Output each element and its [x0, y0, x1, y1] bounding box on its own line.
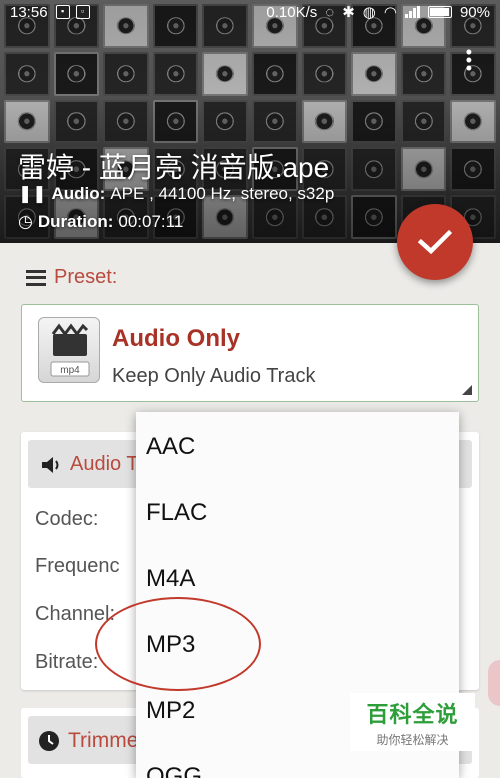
channel-label: Channel: [35, 603, 116, 625]
sync-icon: ◌ [325, 3, 335, 21]
battery-icon [427, 6, 452, 18]
mute-icon: ◍ [362, 4, 376, 21]
codec-option-m4a[interactable]: M4A [136, 546, 459, 612]
bitrate-label: Bitrate: [35, 651, 99, 673]
clock-icon: ◷ [18, 212, 33, 231]
trim-section-title: Trimme [68, 729, 139, 752]
audio-info-label: Audio: [51, 184, 106, 203]
bluetooth-icon: ✱ [342, 4, 355, 21]
clock-icon [39, 731, 59, 751]
codec-option-mp3[interactable]: MP3 [136, 612, 459, 678]
audio-info: ❚❚ Audio: APE , 44100 Hz, stereo, s32p [18, 184, 334, 204]
audio-info-value: APE , 44100 Hz, stereo, s32p [110, 184, 335, 203]
preset-heading: Preset: [26, 266, 117, 289]
duration-info: ◷ Duration: 00:07:11 [18, 212, 183, 232]
watermark-subtitle: 助你轻松解决 [376, 732, 449, 747]
video-file-icon: mp4 [38, 317, 100, 383]
duration-value: 00:07:11 [118, 212, 184, 231]
battery-level: 90% [459, 3, 490, 21]
watermark-logo: 百科全说 助你轻松解决 [350, 693, 475, 751]
file-title: 雷婷 - 蓝月亮 消音版.ape [18, 152, 330, 183]
list-icon [26, 269, 46, 286]
notification-icon: ▪ [55, 5, 70, 19]
overflow-menu-icon[interactable]: • • • [466, 43, 472, 77]
status-bar: 13:56 ▪ ▫ 0.10K/s ◌ ✱ ◍ ◠ 90% [0, 0, 500, 24]
audio-section-title: Audio T [70, 453, 139, 475]
signal-icon [404, 6, 420, 18]
codec-option-flac[interactable]: FLAC [136, 480, 459, 546]
codec-label: Codec: [35, 508, 99, 530]
preset-name: Audio Only [112, 325, 240, 352]
watermark-title: 百科全说 [366, 701, 459, 727]
speaker-icon [42, 456, 59, 473]
codec-option-aac[interactable]: AAC [136, 414, 459, 480]
dropdown-corner-icon [462, 385, 472, 395]
side-handle [488, 660, 500, 706]
waveform-icon: ❚❚ [18, 184, 47, 203]
duration-label: Duration: [37, 212, 114, 231]
preset-description: Keep Only Audio Track [112, 365, 316, 387]
status-time: 13:56 [10, 3, 48, 21]
preset-selector[interactable]: mp4 Audio Only Keep Only Audio Track [21, 304, 479, 402]
svg-text:mp4: mp4 [60, 365, 80, 376]
preset-heading-text: Preset: [54, 266, 118, 288]
wifi-icon: ◠ [383, 4, 397, 21]
confirm-button[interactable] [397, 204, 473, 280]
check-icon [418, 229, 452, 255]
network-speed: 0.10K/s [266, 3, 318, 21]
lock-icon: ▫ [75, 5, 90, 19]
frequency-label: Frequenc [35, 555, 120, 577]
